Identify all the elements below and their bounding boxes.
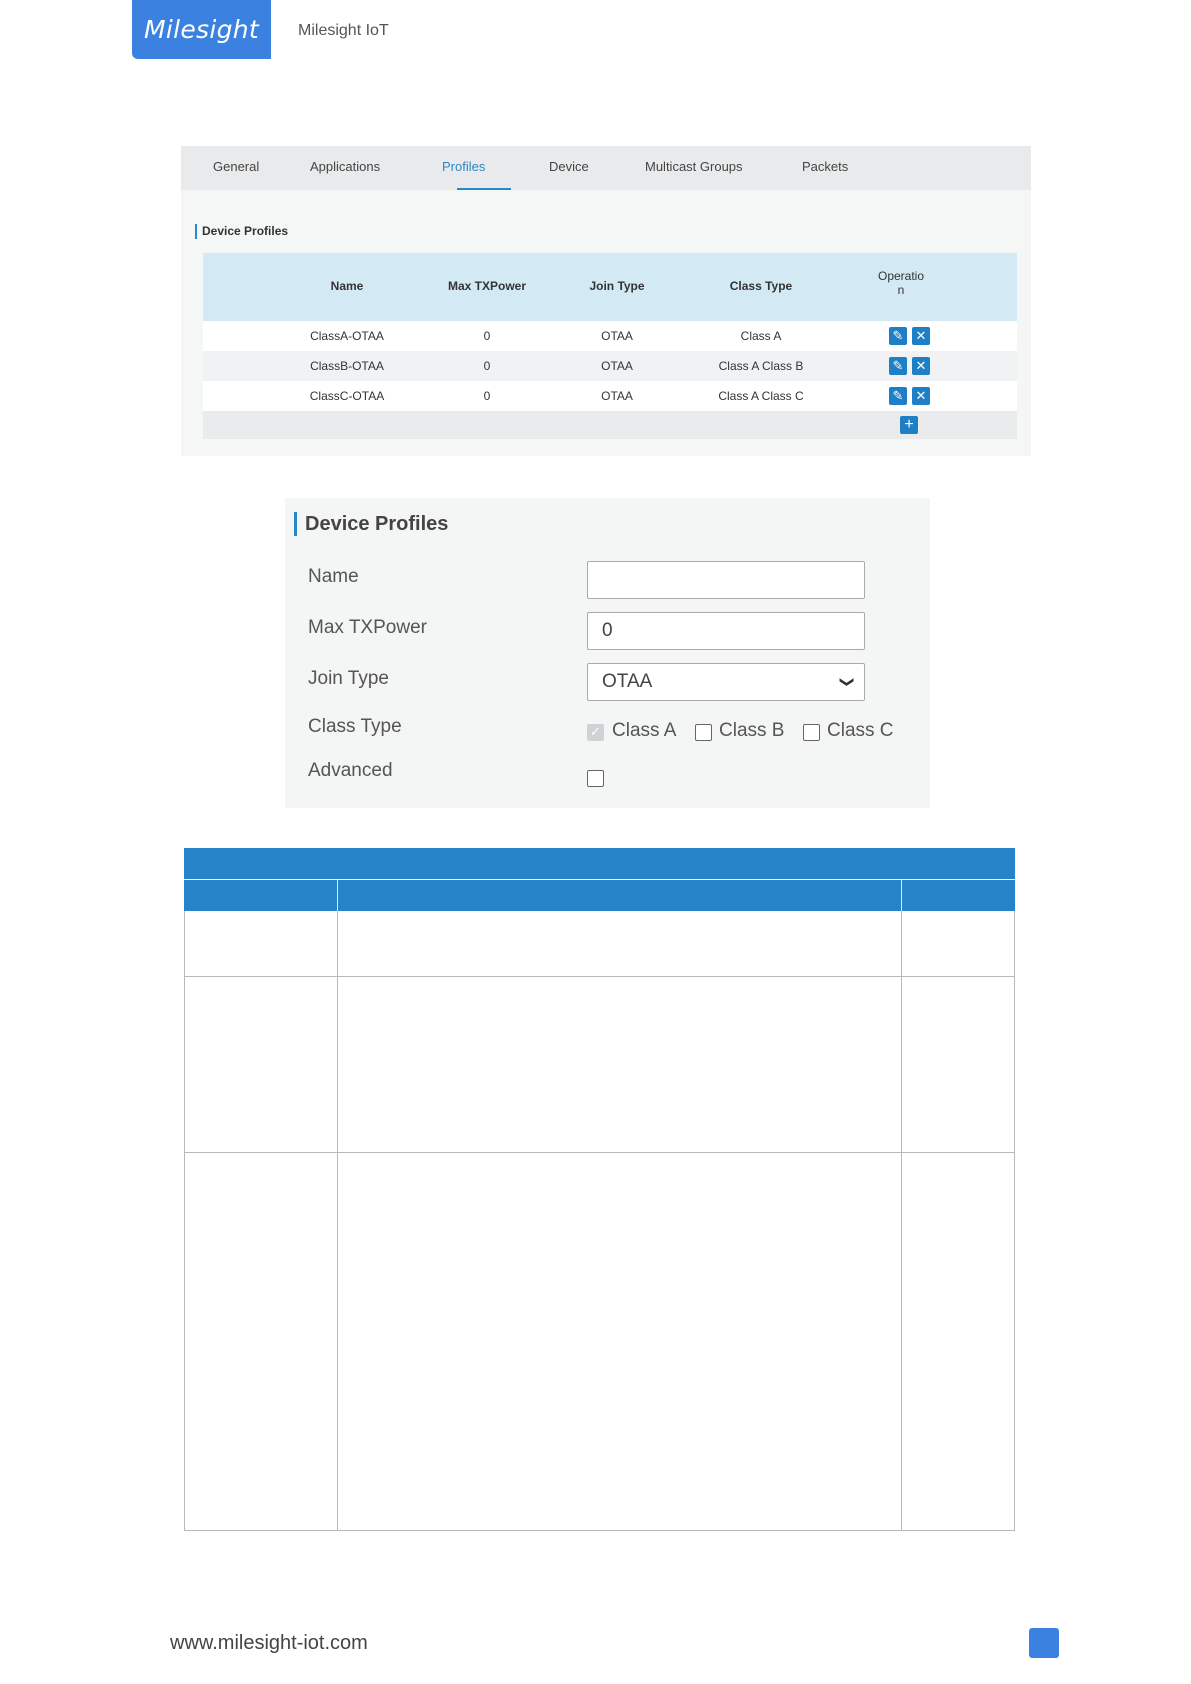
advanced-checkbox[interactable]: [587, 770, 604, 787]
tab-multicast-groups[interactable]: Multicast Groups: [645, 159, 743, 174]
section-title: Device Profiles: [195, 224, 288, 239]
col-class-type: Class Type: [729, 279, 793, 293]
table-header: [184, 880, 1015, 911]
cell-max-txpower: 0: [483, 359, 491, 373]
tab-packets[interactable]: Packets: [802, 159, 848, 174]
profiles-table: Name Max TXPower Join Type Class Type Op…: [203, 253, 1017, 439]
footer-brand-mark: [1029, 1628, 1059, 1658]
col-join-type: Join Type: [589, 279, 645, 293]
class-a-label: Class A: [612, 720, 677, 741]
col-operation-line1: Operatio: [877, 269, 925, 283]
x-icon[interactable]: ✕: [912, 327, 930, 345]
table-header: Name Max TXPower Join Type Class Type Op…: [203, 253, 1017, 321]
name-field[interactable]: [587, 561, 865, 599]
class-c-label: Class C: [827, 720, 894, 741]
table-body: [184, 911, 1015, 1531]
cell-max-txpower: 0: [483, 329, 491, 343]
cell-join-type: OTAA: [601, 359, 633, 373]
name-label: Name: [308, 566, 359, 587]
pencil-icon[interactable]: ✎: [889, 327, 907, 345]
class-c-checkbox[interactable]: [803, 724, 820, 741]
class-b-checkbox[interactable]: [695, 724, 712, 741]
form-title: Device Profiles: [294, 512, 448, 536]
cell-class-type: Class A: [740, 329, 782, 343]
join-type-select[interactable]: OTAA: [587, 663, 865, 701]
max-txpower-field[interactable]: 0: [587, 612, 865, 650]
table-row: ClassA-OTAA 0 OTAA Class A ✎ ✕: [203, 321, 1017, 351]
x-icon[interactable]: ✕: [912, 387, 930, 405]
advanced-label: Advanced: [308, 760, 393, 781]
cell-name: ClassB-OTAA: [310, 359, 384, 373]
x-icon[interactable]: ✕: [912, 357, 930, 375]
join-type-value: OTAA: [602, 671, 653, 692]
class-a-checkbox[interactable]: [587, 724, 604, 741]
class-b-label: Class B: [719, 720, 785, 741]
col-name: Name: [330, 279, 364, 293]
pencil-icon[interactable]: ✎: [889, 387, 907, 405]
join-type-label: Join Type: [308, 668, 389, 689]
plus-icon[interactable]: +: [900, 416, 918, 434]
table-row: ClassB-OTAA 0 OTAA Class A Class B ✎ ✕: [203, 351, 1017, 381]
column-divider: [337, 911, 338, 1531]
row-divider: [184, 1152, 1015, 1153]
cell-name: ClassC-OTAA: [309, 389, 385, 403]
header-divider: [901, 880, 902, 911]
cell-class-type: Class A Class B: [718, 359, 804, 373]
tab-profiles[interactable]: Profiles: [442, 159, 485, 174]
active-tab-indicator: [457, 188, 511, 190]
tab-bar: General Applications Profiles Device Mul…: [181, 146, 1031, 190]
footer-url: www.milesight-iot.com: [170, 1632, 368, 1654]
header-divider: [337, 880, 338, 911]
column-divider: [901, 911, 902, 1531]
cell-class-type: Class A Class C: [718, 389, 804, 403]
col-operation: Operatio n: [861, 269, 941, 297]
cell-join-type: OTAA: [601, 389, 633, 403]
row-divider: [184, 976, 1015, 977]
pencil-icon[interactable]: ✎: [889, 357, 907, 375]
table-row: ClassC-OTAA 0 OTAA Class A Class C ✎ ✕: [203, 381, 1017, 411]
cell-name: ClassA-OTAA: [310, 329, 384, 343]
logo-text: Milesight: [143, 15, 260, 44]
parameter-table: [184, 848, 1015, 1531]
site-name: Milesight IoT: [298, 22, 389, 39]
tab-applications[interactable]: Applications: [310, 159, 380, 174]
col-operation-line2: n: [897, 283, 905, 297]
table-title-bar: [184, 848, 1015, 879]
class-type-label: Class Type: [308, 716, 402, 737]
milesight-logo: Milesight: [132, 0, 271, 59]
tab-general[interactable]: General: [213, 159, 259, 174]
cell-max-txpower: 0: [483, 389, 491, 403]
add-row: +: [203, 411, 1017, 439]
profiles-list-panel: General Applications Profiles Device Mul…: [181, 146, 1031, 456]
cell-join-type: OTAA: [601, 329, 633, 343]
profile-form-panel: Device Profiles Name Max TXPower 0 Join …: [285, 498, 930, 808]
tab-device[interactable]: Device: [549, 159, 589, 174]
col-max-txpower: Max TXPower: [447, 279, 527, 293]
max-txpower-label: Max TXPower: [308, 617, 427, 638]
